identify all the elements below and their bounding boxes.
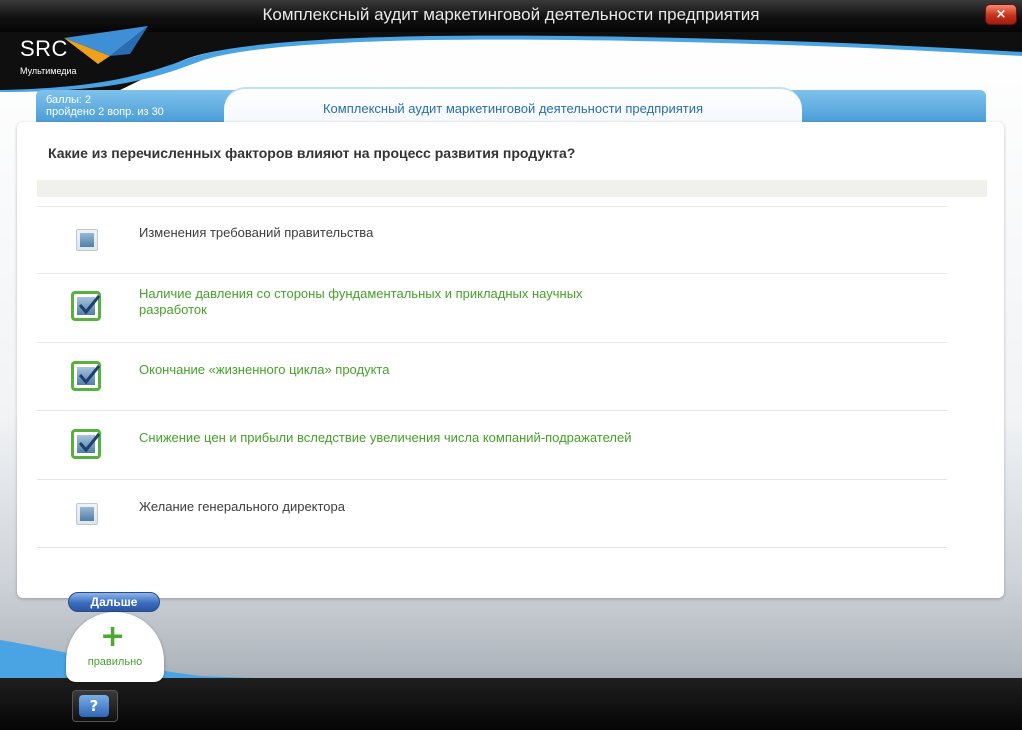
close-button[interactable]: × (985, 4, 1017, 25)
answers-header-strip (37, 180, 987, 197)
course-tab-label: Комплексный аудит маркетинговой деятельн… (322, 101, 704, 116)
divider (37, 479, 947, 480)
score-label: баллы: 2 (46, 94, 92, 106)
help-button[interactable]: ? (72, 690, 118, 722)
answer-text: Изменения требований правительства (139, 225, 374, 240)
plus-icon: + (100, 619, 126, 654)
question-text: Какие из перечисленных факторов влияют н… (48, 145, 576, 161)
answer-option[interactable]: Снижение цен и прибыли вследствие увелич… (139, 430, 631, 446)
footer-bar (0, 678, 1022, 730)
status-text: баллы: 2 пройдено 2 вопр. из 30 (46, 94, 164, 118)
divider (37, 206, 947, 207)
answer-text: Снижение цен и прибыли вследствие увелич… (139, 430, 632, 445)
next-button[interactable]: Дальше (68, 592, 160, 612)
answer-option[interactable]: Окончание «жизненного цикла» продукта (139, 362, 389, 378)
answer-checkbox[interactable] (71, 291, 101, 321)
src-logo: SRC Мультимедиа (14, 26, 164, 82)
answer-checkbox[interactable] (76, 229, 98, 251)
answer-checkbox[interactable] (71, 361, 101, 391)
checkmark-icon (78, 433, 101, 453)
divider (37, 273, 947, 274)
progress-label: пройдено 2 вопр. из 30 (46, 106, 164, 118)
logo-subtitle: Мультимедиа (20, 66, 77, 76)
window-title: Комплексный аудит маркетинговой деятельн… (262, 5, 760, 24)
result-label: правильно (87, 656, 143, 668)
answer-text: Наличие давления со стороны фундаменталь… (139, 286, 583, 301)
checkmark-icon (78, 295, 101, 315)
help-icon: ? (79, 695, 109, 717)
divider (37, 410, 947, 411)
divider (37, 547, 947, 548)
answer-option[interactable]: Изменения требований правительства (139, 225, 373, 241)
answer-checkbox[interactable] (71, 429, 101, 459)
checkmark-icon (78, 365, 101, 385)
answer-text-continued: разработок (139, 302, 207, 317)
logo-wing-icon (64, 26, 148, 64)
answer-option[interactable]: Желание генерального директора (139, 499, 345, 515)
answer-text: Окончание «жизненного цикла» продукта (139, 362, 390, 377)
answer-checkbox[interactable] (76, 503, 98, 525)
divider (37, 342, 947, 343)
answer-option[interactable]: Наличие давления со стороны фундаменталь… (139, 286, 583, 318)
answer-text: Желание генерального директора (139, 499, 346, 514)
